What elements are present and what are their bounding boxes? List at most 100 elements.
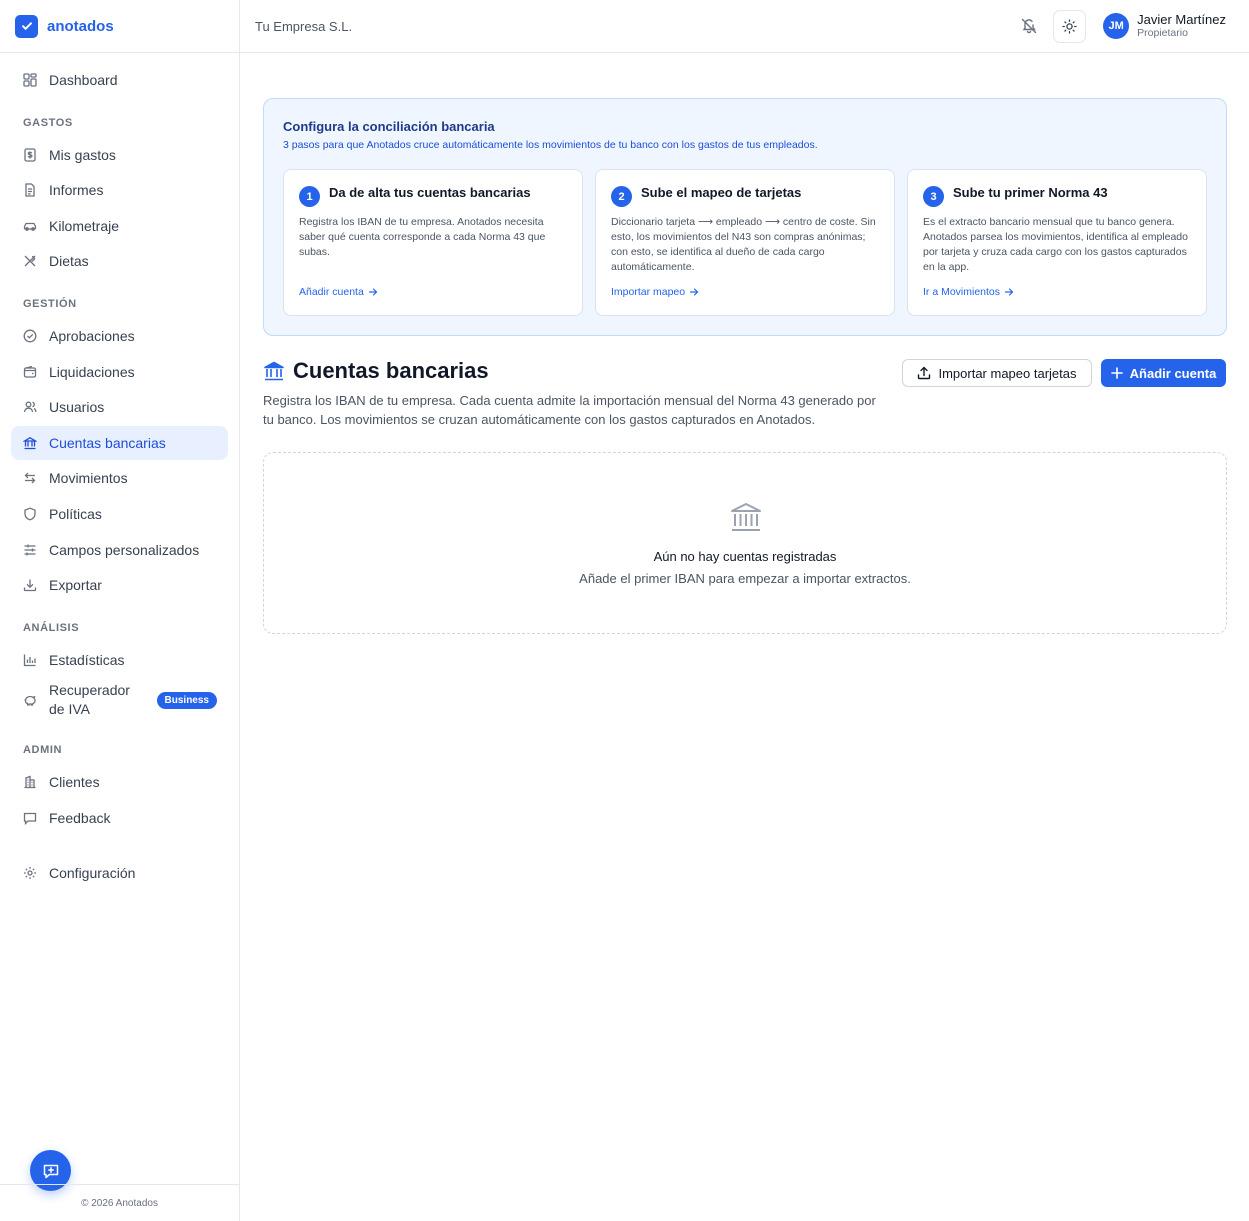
company-name[interactable]: Tu Empresa S.L. <box>255 19 352 34</box>
setup-step-3: 3 Sube tu primer Norma 43 Es el extracto… <box>907 169 1207 316</box>
business-badge: Business <box>156 691 217 709</box>
sidebar-item-aprobaciones[interactable]: Aprobaciones <box>11 319 228 353</box>
piggy-bank-icon <box>24 696 36 706</box>
message-square-icon <box>23 812 37 825</box>
add-account-button[interactable]: Añadir cuenta <box>1101 359 1226 387</box>
step-link-label: Importar mapeo <box>611 286 686 298</box>
button-label: Añadir cuenta <box>1129 365 1217 381</box>
section-admin: ADMIN <box>23 743 63 756</box>
bank-icon <box>23 436 37 449</box>
avatar[interactable]: JM <box>1103 13 1130 39</box>
check-circle-icon <box>23 329 37 343</box>
setup-step-1: 1 Da de alta tus cuentas bancarias Regis… <box>283 169 583 316</box>
plus-icon <box>1110 367 1123 379</box>
sidebar-item-label: Aprobaciones <box>49 327 135 344</box>
setup-title: Configura la conciliación bancaria <box>283 119 495 134</box>
sidebar-item-kilometraje[interactable]: Kilometraje <box>11 209 228 243</box>
chat-plus-icon <box>43 1164 58 1178</box>
bank-reconciliation-setup: Configura la conciliación bancaria 3 pas… <box>263 98 1227 336</box>
sidebar-item-label: Kilometraje <box>49 217 120 234</box>
brand-name: anotados <box>47 17 114 35</box>
wallet-icon <box>23 365 37 378</box>
brand[interactable]: anotados <box>0 0 239 53</box>
sidebar-item-dashboard[interactable]: Dashboard <box>11 63 228 97</box>
sidebar-item-label: Usuarios <box>49 399 105 416</box>
step-description: Registra los IBAN de tu empresa. Anotado… <box>299 216 546 258</box>
section-gestion: GESTIÓN <box>23 297 77 310</box>
step-link-label: Ir a Movimientos <box>923 286 1001 298</box>
bar-chart-icon <box>23 654 36 666</box>
step-description: Es el extracto bancario mensual que tu b… <box>923 216 1188 273</box>
sidebar-item-estadisticas[interactable]: Estadísticas <box>11 643 228 677</box>
sidebar-item-feedback[interactable]: Feedback <box>11 801 228 835</box>
sidebar-item-mis-gastos[interactable]: Mis gastos <box>11 138 228 172</box>
user-menu[interactable]: Javier Martínez Propietario <box>1137 12 1226 40</box>
page-header: Cuentas bancarias <box>263 358 489 384</box>
sidebar-item-label: Políticas <box>49 505 102 522</box>
bank-icon <box>264 361 284 381</box>
sidebar-item-recuperador-iva[interactable]: Recuperador de IVA Business <box>11 678 228 722</box>
sidebar-item-politicas[interactable]: Políticas <box>11 497 228 531</box>
sidebar-item-clientes[interactable]: Clientes <box>11 765 228 799</box>
sidebar-item-label: Dashboard <box>49 72 118 88</box>
sidebar-item-movimientos[interactable]: Movimientos <box>11 461 228 495</box>
setup-subtitle: 3 pasos para que Anotados cruce automáti… <box>283 139 818 151</box>
arrow-right-icon <box>368 288 378 296</box>
sidebar-item-label: Configuración <box>49 865 136 882</box>
empty-state-title: Aún no hay cuentas registradas <box>653 549 837 564</box>
theme-toggle-button[interactable] <box>1053 9 1087 43</box>
top-header: Tu Empresa S.L. JM Javier Martínez Propi… <box>240 0 1249 53</box>
sidebar-item-exportar[interactable]: Exportar <box>11 568 228 602</box>
sidebar-item-label: Feedback <box>49 809 111 826</box>
add-account-link[interactable]: Añadir cuenta <box>299 286 378 298</box>
users-icon <box>23 401 37 413</box>
sidebar-item-campos-personalizados[interactable]: Campos personalizados <box>11 533 228 567</box>
bank-icon <box>731 503 761 531</box>
sidebar-item-label: Exportar <box>49 577 102 594</box>
sidebar-item-configuracion[interactable]: Configuración <box>11 856 228 890</box>
sidebar-item-cuentas-bancarias[interactable]: Cuentas bancarias <box>11 425 228 460</box>
page-title: Cuentas bancarias <box>293 358 489 383</box>
go-to-movements-link[interactable]: Ir a Movimientos <box>923 286 1014 298</box>
gear-icon <box>24 867 36 880</box>
step-title: Sube el mapeo de tarjetas <box>641 185 802 200</box>
sidebar-item-label: Estadísticas <box>49 651 125 668</box>
empty-state: Aún no hay cuentas registradas Añade el … <box>263 452 1227 634</box>
arrow-right-icon <box>690 288 699 296</box>
grid-icon <box>23 73 37 87</box>
sidebar-item-label: Recuperador de IVA <box>49 682 130 718</box>
sidebar-item-informes[interactable]: Informes <box>11 173 228 207</box>
sidebar-item-dietas[interactable]: Dietas <box>11 244 228 278</box>
document-icon <box>25 183 35 197</box>
import-card-mapping-button[interactable]: Importar mapeo tarjetas <box>902 359 1092 387</box>
sun-icon <box>1062 18 1077 34</box>
step-link-label: Añadir cuenta <box>299 286 364 298</box>
sidebar-item-label: Liquidaciones <box>49 363 135 380</box>
sidebar: anotados Dashboard GASTOS Mis gastos Inf… <box>0 0 240 1221</box>
user-name: Javier Martínez <box>1137 12 1226 27</box>
sidebar-item-label: Mis gastos <box>49 146 116 163</box>
button-label: Importar mapeo tarjetas <box>938 365 1077 381</box>
section-analisis: ANÁLISIS <box>23 621 80 634</box>
setup-step-2: 2 Sube el mapeo de tarjetas Diccionario … <box>595 169 895 316</box>
bell-off-icon[interactable] <box>1019 16 1039 36</box>
car-icon <box>23 222 37 231</box>
receipt-dollar-icon <box>24 147 36 162</box>
sidebar-nav: Dashboard GASTOS Mis gastos Informes Kil… <box>0 53 239 890</box>
step-title: Da de alta tus cuentas bancarias <box>329 185 531 200</box>
shield-icon <box>24 507 36 521</box>
sidebar-item-label: Clientes <box>49 773 100 790</box>
sidebar-item-liquidaciones[interactable]: Liquidaciones <box>11 355 228 389</box>
step-title: Sube tu primer Norma 43 <box>953 185 1108 200</box>
step-number: 1 <box>299 186 320 207</box>
sidebar-item-label: Dietas <box>49 253 89 270</box>
step-number: 2 <box>611 186 632 207</box>
sidebar-item-label: Informes <box>49 182 104 199</box>
sidebar-item-label: Movimientos <box>49 470 128 487</box>
building-icon <box>24 775 36 789</box>
section-gastos: GASTOS <box>23 116 73 129</box>
step-description: Diccionario tarjeta ⟶ empleado ⟶ centro … <box>611 216 876 273</box>
download-icon <box>23 579 37 592</box>
sidebar-item-usuarios[interactable]: Usuarios <box>11 390 228 424</box>
import-mapping-link[interactable]: Importar mapeo <box>611 286 699 298</box>
